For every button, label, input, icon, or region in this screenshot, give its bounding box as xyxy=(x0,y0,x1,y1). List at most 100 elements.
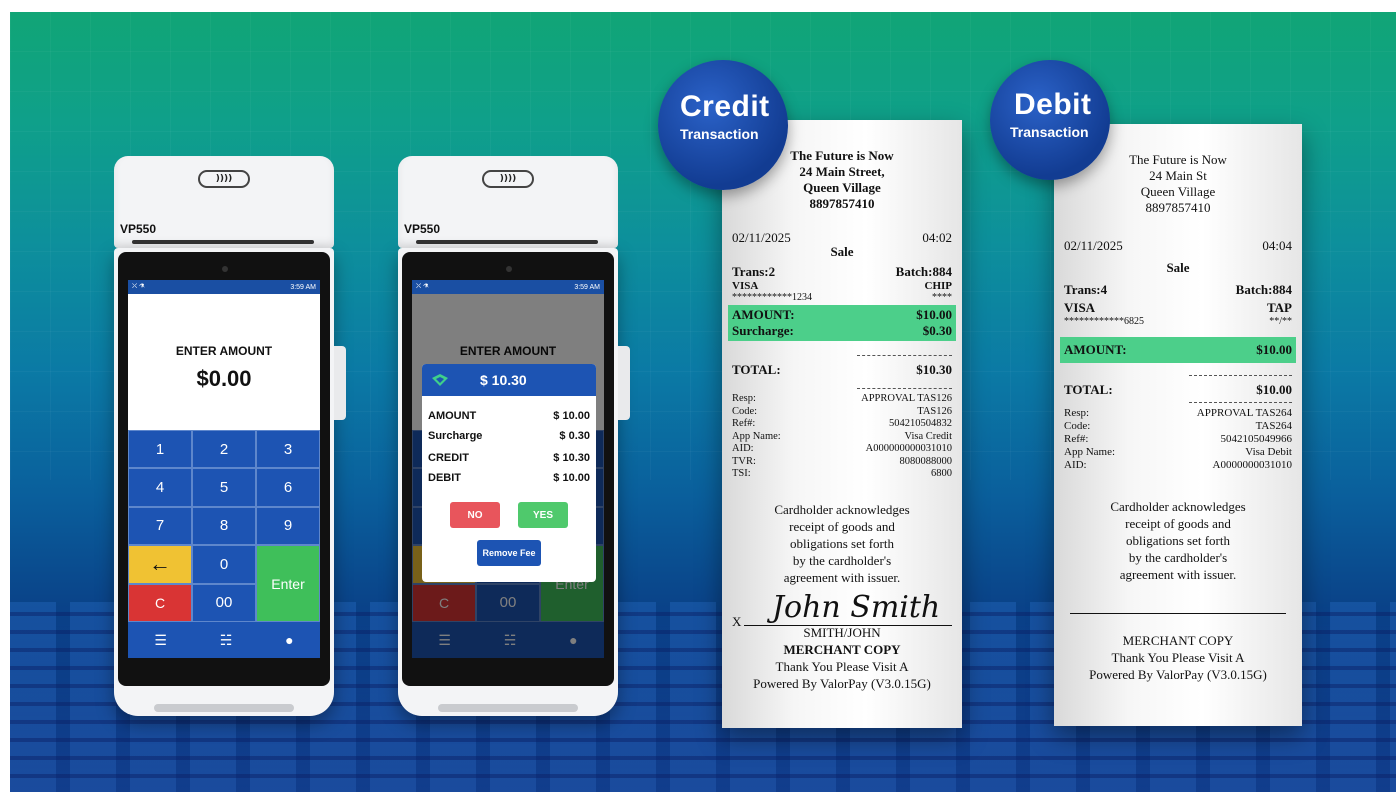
card-brand: VISA xyxy=(1064,300,1096,315)
side-button[interactable] xyxy=(618,346,630,420)
card-number-row: ************6825 **/** xyxy=(1064,316,1292,327)
ack-line: receipt of goods and xyxy=(789,518,895,534)
key-7[interactable]: 7 xyxy=(128,506,192,546)
dialog-total: $ 10.30 xyxy=(480,372,527,388)
amount-value: $10.00 xyxy=(916,307,952,322)
dialog-row-debit: DEBIT $ 10.00 xyxy=(422,468,596,488)
row-label: DEBIT xyxy=(428,472,461,484)
dialog-row-amount: AMOUNT $ 10.00 xyxy=(422,406,596,426)
acknowledgement: Cardholder acknowledges receipt of goods… xyxy=(1054,498,1302,583)
card-number-row: ************1234 **** xyxy=(732,292,952,303)
amount-row: AMOUNT: $10.00 xyxy=(1064,342,1292,358)
no-button[interactable]: NO xyxy=(450,502,500,528)
detail-value: 8080088000 xyxy=(899,455,953,467)
terminal-left: )))) VP550 ⛌ ⚗ 3:59 AM ENTER AMOUNT $0.0… xyxy=(114,156,346,716)
menu-icon[interactable]: ☰ xyxy=(154,632,167,649)
remove-fee-button[interactable]: Remove Fee xyxy=(477,540,541,566)
terminal-screen: ⛌ ⚗ 3:59 AM ENTER AMOUNT Enter C xyxy=(412,280,604,658)
cart-icon[interactable]: ☵ xyxy=(220,632,233,649)
batch-number: Batch:884 xyxy=(1235,282,1292,297)
divider xyxy=(857,355,952,356)
detail-value: TAS126 xyxy=(917,405,952,417)
key-9[interactable]: 9 xyxy=(256,506,320,546)
amount-label: AMOUNT: xyxy=(1064,342,1127,357)
clear-key[interactable]: C xyxy=(128,583,192,622)
terminal-right: )))) VP550 ⛌ ⚗ 3:59 AM ENTER AMOUNT xyxy=(398,156,630,716)
surcharge-label: Surcharge: xyxy=(732,323,794,338)
detail-code: Code: TAS264 xyxy=(1064,420,1292,433)
debit-badge: Debit Transaction xyxy=(990,60,1110,180)
ack-line: Cardholder acknowledges xyxy=(774,501,910,517)
detail-label: Code: xyxy=(1064,420,1091,432)
amount-area: ENTER AMOUNT $0.00 xyxy=(128,294,320,430)
card-number: ************6825 xyxy=(1064,316,1144,327)
receipt-time: 04:02 xyxy=(922,230,952,245)
key-2[interactable]: 2 xyxy=(192,430,256,469)
keypad: 1 2 3 4 5 6 7 8 9 ← 0 Enter C 00 xyxy=(128,430,320,622)
detail-value: 504210504832 xyxy=(889,418,952,429)
detail-label: TSI: xyxy=(732,468,751,479)
total-value: $10.00 xyxy=(1256,382,1292,397)
yes-button[interactable]: YES xyxy=(518,502,568,528)
signature-area: X John Smith xyxy=(732,589,952,632)
card-brand: VISA xyxy=(732,280,759,292)
thanks-line: Thank You Please Visit A xyxy=(775,658,909,674)
row-value: $ 10.00 xyxy=(553,472,590,484)
key-00[interactable]: 00 xyxy=(192,583,256,622)
detail-tsi: TSI: 6800 xyxy=(732,468,952,481)
ack-line: by the cardholder's xyxy=(1128,550,1228,565)
user-icon[interactable]: ● xyxy=(285,632,293,648)
surcharge-row: Surcharge: $0.30 xyxy=(732,323,952,339)
copy-label: MERCHANT COPY xyxy=(783,641,901,657)
amount-value: $10.00 xyxy=(1256,342,1292,357)
enter-key[interactable]: Enter xyxy=(256,545,320,622)
detail-ref: Ref#: 5042105049966 xyxy=(1064,433,1292,446)
key-5[interactable]: 5 xyxy=(192,468,256,507)
terminal-base xyxy=(154,704,294,712)
key-0[interactable]: 0 xyxy=(192,545,256,584)
screen-title: ENTER AMOUNT xyxy=(175,344,273,358)
bottom-nav: ☰ ☵ ● xyxy=(128,622,320,658)
detail-value: Visa Debit xyxy=(1245,446,1292,458)
screen-bezel: ⛌ ⚗ 3:59 AM ENTER AMOUNT Enter C xyxy=(402,252,614,686)
amount-row: AMOUNT: $10.00 xyxy=(732,307,952,323)
detail-app: App Name: Visa Credit xyxy=(732,431,952,444)
signature: John Smith xyxy=(772,589,941,625)
backspace-key[interactable]: ← xyxy=(128,545,192,584)
camera-icon xyxy=(222,266,228,272)
badge-subtitle: Transaction xyxy=(680,126,759,142)
key-3[interactable]: 3 xyxy=(256,430,320,469)
entry-mode: TAP xyxy=(1266,300,1292,315)
detail-label: AID: xyxy=(732,443,754,454)
trans-number: Trans:2 xyxy=(732,264,776,279)
status-time: 3:59 AM xyxy=(290,283,316,291)
dialog-header: $ 10.30 xyxy=(422,364,596,396)
detail-tvr: TVR: 8080088000 xyxy=(732,456,952,469)
merchant-city: Queen Village xyxy=(803,180,881,195)
trans-batch-row: Trans:2 Batch:884 xyxy=(732,264,952,280)
detail-label: Ref#: xyxy=(1064,433,1089,445)
divider xyxy=(1189,402,1292,403)
camera-icon xyxy=(506,266,512,272)
status-left-icons: ⛌ ⚗ xyxy=(416,283,429,290)
receipt-footer: MERCHANT COPY Thank You Please Visit A P… xyxy=(1054,632,1302,683)
detail-label: App Name: xyxy=(732,430,781,442)
x-mark: X xyxy=(732,613,742,629)
card-number: ************1234 xyxy=(732,292,812,303)
detail-value: APPROVAL TAS264 xyxy=(1196,407,1292,419)
thanks-line: Thank You Please Visit A xyxy=(1111,650,1245,665)
total-value: $10.30 xyxy=(916,362,952,377)
status-left-icons: ⛌ ⚗ xyxy=(132,283,145,290)
key-8[interactable]: 8 xyxy=(192,506,256,546)
receipt-date: 02/11/2025 xyxy=(732,230,791,245)
detail-list: Resp: APPROVAL TAS264 Code: TAS264 Ref#: 50… xyxy=(1064,407,1292,472)
key-4[interactable]: 4 xyxy=(128,468,192,507)
acknowledgement: Cardholder acknowledges receipt of goods… xyxy=(722,501,962,586)
signature-line xyxy=(744,624,952,626)
key-1[interactable]: 1 xyxy=(128,430,192,469)
side-button[interactable] xyxy=(334,346,346,420)
detail-label: Ref#: xyxy=(732,418,756,429)
key-6[interactable]: 6 xyxy=(256,468,320,507)
total-row: TOTAL: $10.30 xyxy=(732,362,952,378)
amount-highlight: AMOUNT: $10.00 xyxy=(1060,337,1296,363)
